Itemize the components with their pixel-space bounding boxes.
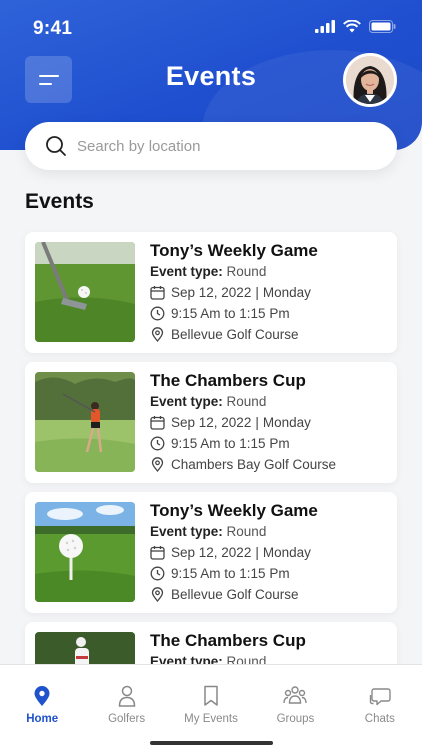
search-bar[interactable]	[25, 122, 397, 170]
tab-label: Groups	[276, 713, 315, 725]
tab-label: Chats	[364, 713, 395, 725]
event-type: Event type: Round	[150, 524, 389, 539]
tab-label: Home	[26, 713, 59, 725]
tab-home[interactable]: Home	[0, 665, 84, 750]
event-type-value: Round	[226, 264, 267, 279]
event-time: 9:15 Am to 1:15 Pm	[171, 436, 290, 451]
event-type-label: Event type:	[150, 524, 223, 539]
section-title: Events	[25, 190, 94, 213]
event-image	[35, 502, 135, 602]
group-icon	[283, 686, 308, 704]
event-time: 9:15 Am to 1:15 Pm	[171, 306, 290, 321]
event-date-row: Sep 12, 2022 | Monday	[150, 412, 389, 433]
tab-label: Golfers	[108, 713, 146, 725]
home-indicator	[150, 741, 273, 745]
tab-chats[interactable]: Chats	[338, 665, 422, 750]
event-date-row: Sep 12, 2022 | Monday	[150, 282, 389, 303]
event-location: Bellevue Golf Course	[171, 327, 299, 342]
event-date-row: Sep 12, 2022 | Monday	[150, 542, 389, 563]
event-type-label: Event type:	[150, 264, 223, 279]
event-day: Monday	[262, 545, 311, 560]
event-type-value: Round	[226, 524, 267, 539]
tab-label: My Events	[184, 713, 238, 725]
status-bar: 9:41	[0, 0, 422, 56]
event-day: Monday	[262, 415, 311, 430]
event-time-row: 9:15 Am to 1:15 Pm	[150, 303, 389, 324]
event-card[interactable]: Tony’s Weekly Game Event type: Round Sep…	[25, 232, 397, 353]
event-card[interactable]: Tony’s Weekly Game Event type: Round Sep…	[25, 492, 397, 613]
search-input[interactable]	[77, 137, 367, 155]
event-title: The Chambers Cup	[150, 631, 306, 650]
event-location-row: Bellevue Golf Course	[150, 324, 389, 345]
event-time-row: 9:15 Am to 1:15 Pm	[150, 563, 389, 584]
event-time-row: 9:15 Am to 1:15 Pm	[150, 433, 389, 454]
location-pin-icon	[151, 587, 164, 602]
separator: |	[255, 285, 259, 300]
calendar-icon	[150, 416, 165, 430]
location-pin-icon	[34, 686, 50, 706]
event-card[interactable]: The Chambers Cup Event type: Round Sep 1…	[25, 362, 397, 483]
profile-photo	[346, 56, 394, 104]
event-location-row: Bellevue Golf Course	[150, 584, 389, 605]
clock-icon	[150, 306, 165, 321]
event-time: 9:15 Am to 1:15 Pm	[171, 566, 290, 581]
avatar[interactable]	[343, 53, 397, 107]
tab-bar: Home Golfers My Events Groups Chats	[0, 664, 422, 750]
event-image	[35, 242, 135, 342]
separator: |	[255, 545, 259, 560]
event-date: Sep 12, 2022	[171, 285, 252, 300]
search-icon	[46, 136, 66, 156]
wifi-icon	[343, 20, 361, 33]
event-title: The Chambers Cup	[150, 371, 306, 390]
tab-golfers[interactable]: Golfers	[84, 665, 168, 750]
event-location: Chambers Bay Golf Course	[171, 457, 337, 472]
event-day: Monday	[262, 285, 311, 300]
battery-icon	[369, 20, 396, 33]
clock-icon	[150, 436, 165, 451]
event-location: Bellevue Golf Course	[171, 587, 299, 602]
event-title: Tony’s Weekly Game	[150, 241, 318, 260]
event-title: Tony’s Weekly Game	[150, 501, 318, 520]
calendar-icon	[150, 286, 165, 300]
chat-icon	[369, 688, 391, 706]
location-pin-icon	[151, 327, 164, 342]
event-image	[35, 372, 135, 472]
tab-my-events[interactable]: My Events	[169, 665, 253, 750]
clock-icon	[150, 566, 165, 581]
separator: |	[255, 415, 259, 430]
event-type-value: Round	[226, 394, 267, 409]
event-date: Sep 12, 2022	[171, 415, 252, 430]
event-date: Sep 12, 2022	[171, 545, 252, 560]
location-pin-icon	[151, 457, 164, 472]
event-type: Event type: Round	[150, 394, 389, 409]
tab-groups[interactable]: Groups	[253, 665, 337, 750]
calendar-icon	[150, 546, 165, 560]
status-time: 9:41	[33, 18, 73, 39]
bookmark-icon	[204, 685, 218, 706]
event-type-label: Event type:	[150, 394, 223, 409]
status-icons	[315, 20, 396, 33]
event-type: Event type: Round	[150, 264, 389, 279]
user-icon	[118, 685, 135, 707]
signal-icon	[315, 20, 335, 33]
event-location-row: Chambers Bay Golf Course	[150, 454, 389, 475]
